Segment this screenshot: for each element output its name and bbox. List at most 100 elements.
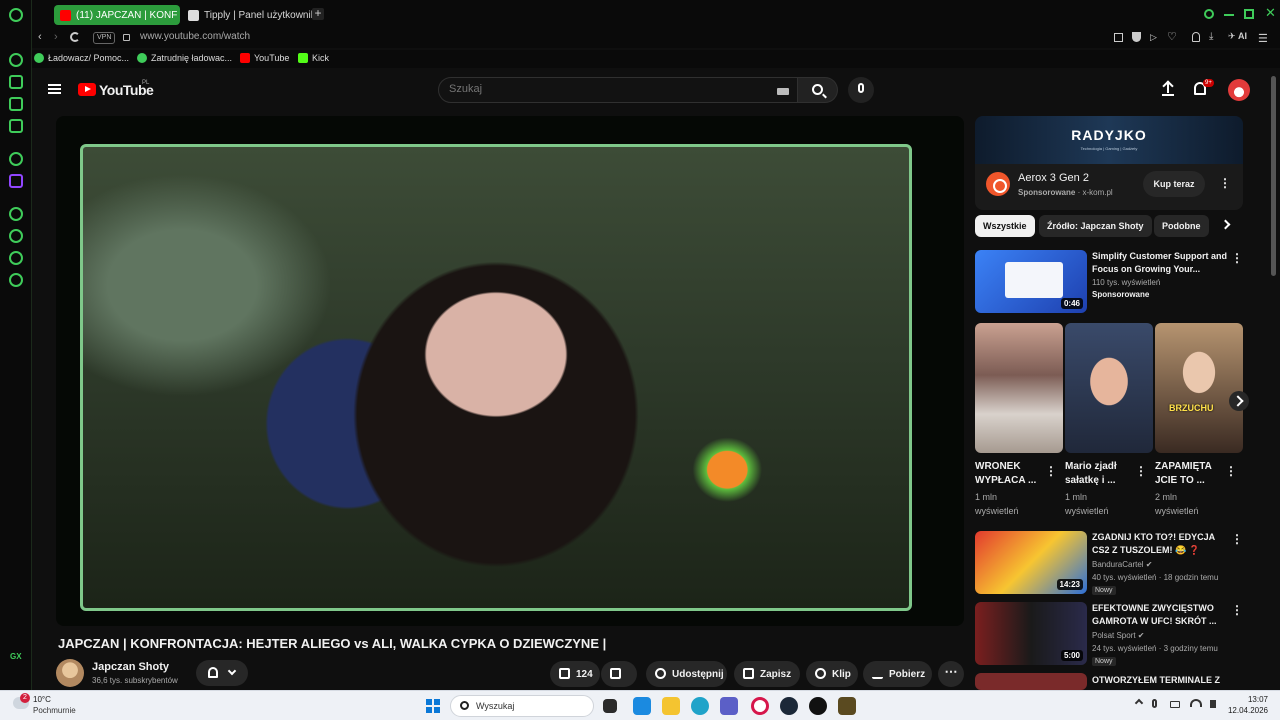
- video-thumbnail[interactable]: 5:00: [975, 602, 1087, 665]
- video-channel[interactable]: BanduraCartel ✔: [1092, 559, 1153, 571]
- bookmark-item[interactable]: YouTube: [240, 53, 289, 63]
- clip-button[interactable]: Klip: [806, 661, 858, 687]
- lock-icon[interactable]: [123, 34, 130, 41]
- heart-icon[interactable]: ♡: [1167, 30, 1177, 43]
- menu-icon[interactable]: [48, 84, 61, 94]
- ai-label[interactable]: AI: [1238, 31, 1247, 41]
- aria-icon[interactable]: ✈: [1228, 31, 1236, 42]
- history-icon[interactable]: [9, 229, 23, 243]
- profile-icon[interactable]: [1192, 32, 1200, 42]
- dislike-button[interactable]: [601, 661, 637, 687]
- keyboard-icon[interactable]: [777, 88, 789, 95]
- play-icon[interactable]: ▷: [1150, 32, 1157, 43]
- file-explorer-icon[interactable]: [662, 697, 680, 715]
- back-icon[interactable]: ‹: [38, 31, 42, 43]
- short-thumbnail[interactable]: [1065, 323, 1153, 453]
- short-title-line[interactable]: sałatkę i ...: [1065, 474, 1116, 487]
- bookmark-item[interactable]: Zatrudnię ładowac...: [137, 53, 232, 63]
- save-button[interactable]: Zapisz: [734, 661, 800, 687]
- steam-icon[interactable]: [780, 697, 798, 715]
- close-icon[interactable]: ✕: [1265, 5, 1276, 21]
- short-title-line[interactable]: WYPŁACA ...: [975, 474, 1036, 487]
- weather-temperature[interactable]: 10°C: [33, 695, 51, 704]
- page-scrollbar[interactable]: [1268, 70, 1280, 690]
- video-more-icon[interactable]: ⋮: [1231, 532, 1243, 546]
- opera-gx-icon[interactable]: [751, 697, 769, 715]
- video-thumbnail[interactable]: 14:23: [975, 531, 1087, 594]
- tab-youtube-video[interactable]: (11) JAPCZAN | KONF: [54, 5, 180, 25]
- game-icon[interactable]: [838, 697, 856, 715]
- video-player[interactable]: [56, 116, 964, 626]
- forward-icon[interactable]: ›: [54, 31, 58, 43]
- short-title-line[interactable]: ZAPAMIĘTA: [1155, 460, 1212, 473]
- video-title-line[interactable]: GAMROTA W UFC! SKRÓT ...: [1092, 615, 1216, 628]
- ad-card[interactable]: Aerox 3 Gen 2 Sponsorowane · x-kom.pl Ku…: [975, 164, 1243, 210]
- short-more-icon[interactable]: ⋮: [1045, 464, 1057, 478]
- tray-chevron-up-icon[interactable]: [1134, 698, 1144, 708]
- volume-icon[interactable]: [1210, 700, 1216, 708]
- minimize-icon[interactable]: [1224, 14, 1234, 16]
- short-title-line[interactable]: Mario zjadł: [1065, 460, 1117, 473]
- short-more-icon[interactable]: ⋮: [1135, 464, 1147, 478]
- clock-date[interactable]: 12.04.2026: [1218, 706, 1268, 715]
- video-title-line[interactable]: EFEKTOWNE ZWYCIĘSTWO: [1092, 602, 1214, 615]
- app-icon[interactable]: [809, 697, 827, 715]
- shorts-next-button[interactable]: [1229, 391, 1249, 411]
- ad-more-icon[interactable]: ⋮: [1219, 176, 1231, 190]
- more-actions-button[interactable]: ⋯: [938, 661, 964, 687]
- video-thumbnail[interactable]: 0:46: [975, 250, 1087, 313]
- maximize-icon[interactable]: [1244, 9, 1254, 19]
- messenger-icon[interactable]: [9, 119, 23, 133]
- gx-corner-icon[interactable]: [9, 75, 23, 89]
- share-button[interactable]: Udostępnij: [646, 661, 727, 687]
- search-tabs-icon[interactable]: [1204, 9, 1214, 19]
- ad-banner[interactable]: RADYJKO Technologia | Gaming | Gadżety: [975, 116, 1243, 164]
- subscribed-notifications-button[interactable]: [196, 660, 248, 686]
- short-thumbnail[interactable]: BRZUCHU: [1155, 323, 1243, 453]
- search-input[interactable]: [449, 83, 749, 95]
- chatgpt-icon[interactable]: [9, 152, 23, 166]
- channel-name[interactable]: Japczan Shoty: [92, 661, 169, 673]
- snapshot-icon[interactable]: [1114, 33, 1123, 42]
- search-box[interactable]: [438, 77, 798, 103]
- battery-icon[interactable]: [1170, 701, 1180, 708]
- widgets-icon[interactable]: [633, 697, 651, 715]
- chip-source[interactable]: Źródło: Japczan Shoty: [1039, 215, 1152, 237]
- scrollbar-thumb[interactable]: [1271, 76, 1276, 276]
- microphone-icon[interactable]: [1152, 699, 1157, 708]
- gx-label[interactable]: GX: [10, 652, 22, 661]
- url-field[interactable]: www.youtube.com/watch: [140, 31, 250, 42]
- taskbar-search[interactable]: Wyszukaj: [450, 695, 594, 717]
- like-button[interactable]: 124: [550, 661, 600, 687]
- video-frame[interactable]: [80, 144, 912, 611]
- teams-icon[interactable]: [720, 697, 738, 715]
- twitch-icon[interactable]: [9, 174, 23, 188]
- account-avatar[interactable]: [1228, 79, 1250, 101]
- settings-icon[interactable]: [9, 273, 23, 287]
- video-title-line[interactable]: CS2 Z TUSZOLEM! 😂 ❓: [1092, 544, 1200, 557]
- chip-all[interactable]: Wszystkie: [975, 215, 1035, 237]
- video-channel[interactable]: Polsat Sport ✔: [1092, 630, 1145, 642]
- edge-icon[interactable]: [691, 697, 709, 715]
- short-title-line[interactable]: WRONEK: [975, 460, 1021, 473]
- video-title-line[interactable]: OTWORZYŁEM TERMINALE Z: [1092, 674, 1220, 687]
- gx-control-icon[interactable]: [9, 53, 23, 67]
- vpn-badge[interactable]: VPN: [93, 32, 116, 44]
- opera-gx-logo-icon[interactable]: [9, 8, 23, 22]
- video-thumbnail[interactable]: [975, 673, 1087, 690]
- chip-related[interactable]: Podobne: [1154, 215, 1209, 237]
- voice-search-button[interactable]: [848, 77, 874, 103]
- video-title-line[interactable]: Focus on Growing Your...: [1092, 263, 1200, 276]
- short-more-icon[interactable]: ⋮: [1225, 464, 1237, 478]
- weather-description[interactable]: Pochmurnie: [33, 706, 76, 715]
- search-button[interactable]: [798, 77, 838, 103]
- player-icon[interactable]: [9, 207, 23, 221]
- reload-icon[interactable]: [70, 32, 80, 42]
- video-title-line[interactable]: Simplify Customer Support and: [1092, 250, 1227, 263]
- video-more-icon[interactable]: ⋮: [1231, 251, 1243, 265]
- new-tab-button[interactable]: +: [312, 7, 324, 20]
- windows-start-icon[interactable]: [426, 699, 440, 713]
- wifi-icon[interactable]: [1190, 699, 1202, 707]
- tab-tipply[interactable]: Tipply | Panel użytkownika: [182, 5, 312, 25]
- bookmark-item[interactable]: Kick: [298, 53, 329, 63]
